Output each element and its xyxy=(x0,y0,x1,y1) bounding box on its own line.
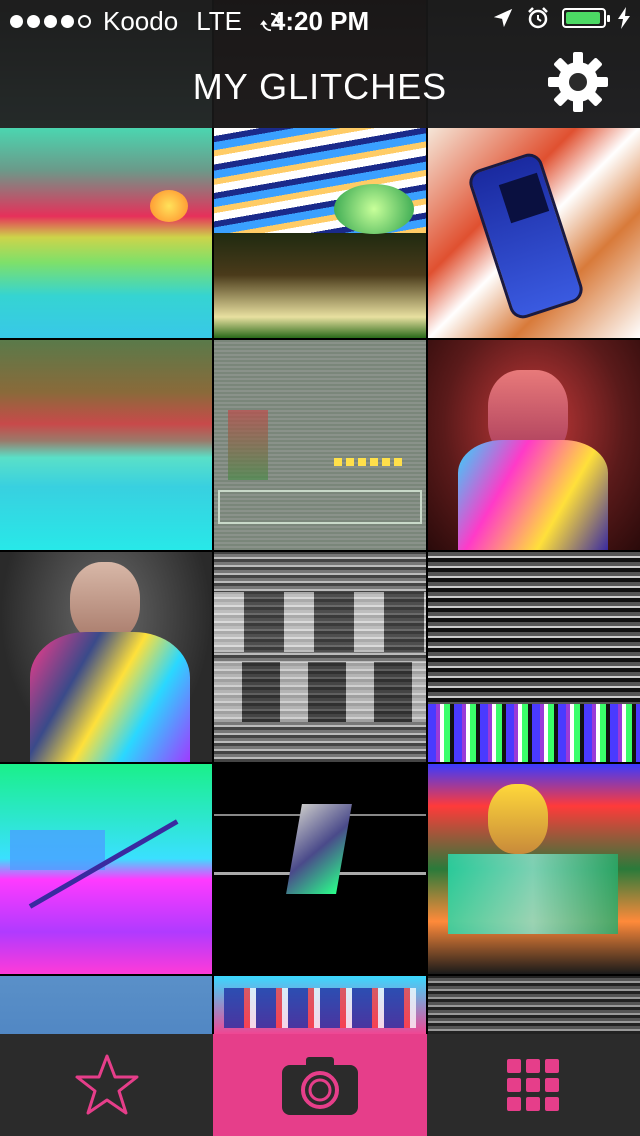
gallery-tile-blue-partial[interactable] xyxy=(0,976,212,1034)
tab-favorites[interactable] xyxy=(0,1034,213,1136)
tab-camera[interactable] xyxy=(213,1034,427,1136)
gallery-tile-neon-pen[interactable] xyxy=(0,764,212,974)
grid-icon xyxy=(507,1059,560,1111)
tab-gallery[interactable] xyxy=(427,1034,640,1136)
gallery-tile-cellphone[interactable] xyxy=(428,128,640,338)
alarm-clock-icon xyxy=(528,7,548,29)
gallery-tile-pixel-game[interactable] xyxy=(214,340,426,550)
charging-bolt-icon xyxy=(618,7,630,29)
battery-icon xyxy=(562,8,610,28)
status-bar: Koodo LTE 4:20 PM xyxy=(0,0,640,40)
gallery-tile-storm-clouds[interactable] xyxy=(214,128,426,338)
gallery-tile-sunset-ocean[interactable] xyxy=(0,128,212,338)
gallery-tile-grey-repeat[interactable] xyxy=(214,552,426,762)
gallery-tile-ocean-horizon[interactable] xyxy=(0,340,212,550)
location-arrow-icon xyxy=(493,8,513,28)
gallery-tile-noise-bars[interactable] xyxy=(428,552,640,762)
gallery-tile-dark-shape[interactable] xyxy=(214,764,426,974)
glitch-gallery-grid xyxy=(0,128,640,1034)
gallery-tile-dj[interactable] xyxy=(428,764,640,974)
tab-bar xyxy=(0,1034,640,1136)
gear-icon[interactable] xyxy=(546,50,610,114)
gallery-tile-jessica-judge[interactable] xyxy=(0,552,212,762)
camera-icon xyxy=(281,1057,358,1115)
gallery-tile-noise-partial[interactable] xyxy=(428,976,640,1034)
star-icon xyxy=(75,1054,139,1115)
page-title: MY GLITCHES xyxy=(192,66,448,107)
gallery-tile-jessica-judge-red[interactable] xyxy=(428,340,640,550)
gallery-tile-omega-text[interactable] xyxy=(214,976,426,1034)
